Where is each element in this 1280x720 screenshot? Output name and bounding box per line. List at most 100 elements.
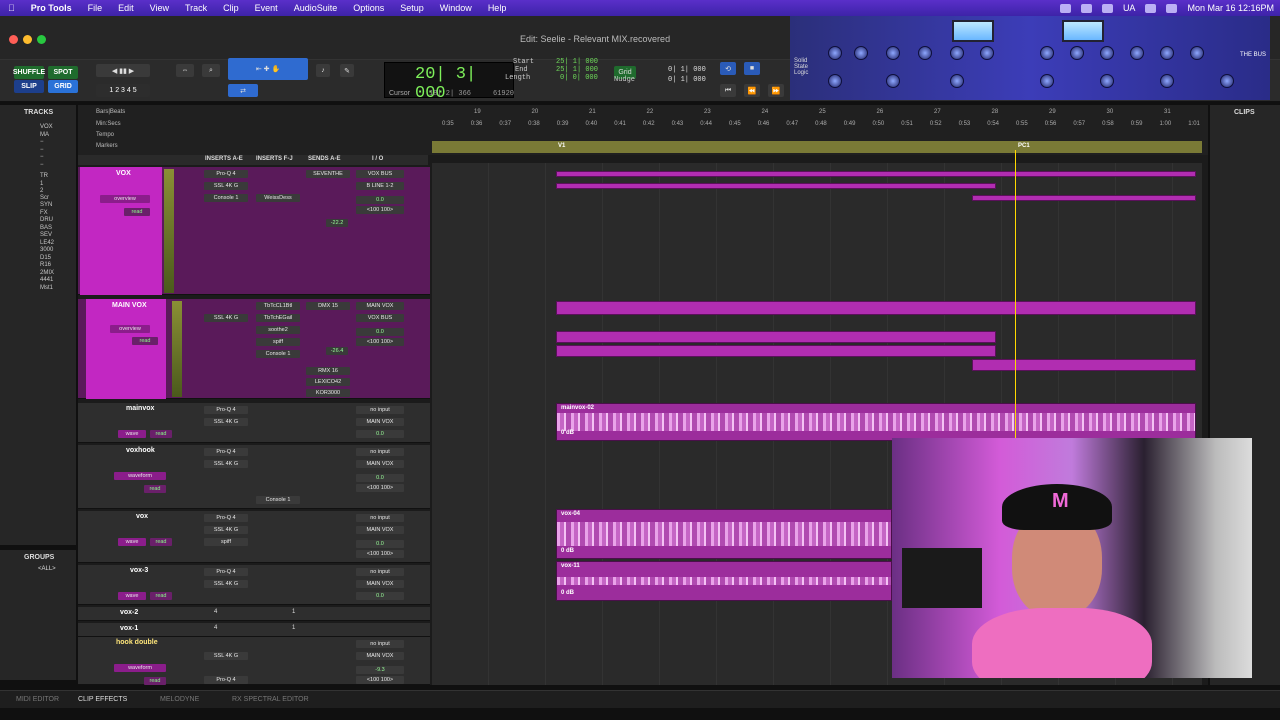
insert-slot[interactable]: Pro-Q 4 [204, 448, 248, 456]
menu-file[interactable]: File [80, 3, 111, 13]
knob[interactable] [1070, 46, 1084, 60]
menu-view[interactable]: View [142, 3, 177, 13]
output-selector[interactable]: B LINE 1-2 [356, 182, 404, 190]
insert-slot[interactable]: SSL 4K G [204, 652, 248, 660]
end-value[interactable]: 25| 1| 000 [556, 66, 598, 74]
menu-options[interactable]: Options [345, 3, 392, 13]
menu-window[interactable]: Window [432, 3, 480, 13]
loop-icon[interactable]: ⟲ [720, 62, 736, 75]
knob[interactable] [1040, 46, 1054, 60]
track-list-item[interactable]: BAS [40, 225, 76, 233]
clip[interactable] [556, 345, 996, 357]
insert-slot[interactable]: Pro-Q 4 [204, 170, 248, 178]
grid-mode-button[interactable]: GRID [48, 80, 78, 93]
input-selector[interactable]: no input [356, 406, 404, 414]
knob[interactable] [950, 74, 964, 88]
send-slot[interactable]: LEXICO42 [306, 378, 350, 386]
input-selector[interactable]: no input [356, 514, 404, 522]
send-slot[interactable]: RMX 16 [306, 367, 350, 375]
track-name[interactable]: vox [136, 513, 148, 520]
menu-edit[interactable]: Edit [110, 3, 142, 13]
track-list-item[interactable]: Scr [40, 195, 76, 203]
fader-value[interactable]: -26.4 [326, 347, 348, 355]
pan-value[interactable]: <100 100> [356, 338, 404, 346]
audio-clip[interactable]: vox-04 0 dB [556, 509, 892, 559]
shuffle-mode-button[interactable]: SHUFFLE [13, 66, 45, 79]
slip-mode-button[interactable]: SLIP [14, 80, 44, 93]
input-selector[interactable]: MAIN VOX [356, 302, 404, 310]
apple-icon[interactable]:  [0, 3, 23, 13]
track-header[interactable] [80, 167, 162, 295]
length-value[interactable]: 0| 0| 000 [560, 74, 598, 82]
insert-slot[interactable]: soothe2 [256, 326, 300, 334]
page-3[interactable]: 3 [121, 87, 125, 94]
status-icon[interactable] [1101, 3, 1113, 13]
volume-value[interactable]: 0.0 [356, 328, 404, 336]
nudge-value[interactable]: 0| 1| 000 [668, 76, 706, 84]
track-list-item[interactable]: Mst1 [40, 285, 76, 293]
audio-clip[interactable]: mainvox-02 0 dB [556, 403, 1196, 441]
input-selector[interactable]: VOX BUS [356, 170, 404, 178]
search-icon[interactable]: ⌕ [202, 64, 220, 77]
page-5[interactable]: 5 [133, 87, 137, 94]
view-selector[interactable]: waveform [114, 664, 166, 672]
insert-slot[interactable]: SSL 4K G [204, 526, 248, 534]
insert-slot[interactable]: TbTcCL1Btl [256, 302, 300, 310]
clip[interactable] [972, 359, 1196, 371]
volume-value[interactable]: -9.3 [356, 666, 404, 674]
menu-event[interactable]: Event [247, 3, 286, 13]
insert-slot[interactable]: Console 1 [256, 350, 300, 358]
view-selector[interactable]: wave [118, 430, 146, 438]
output-selector[interactable]: MAIN VOX [356, 460, 404, 468]
insert-slot[interactable]: SSL 4K G [204, 182, 248, 190]
volume-value[interactable]: 0.0 [356, 592, 404, 600]
clock[interactable]: Mon Mar 16 12:16PM [1187, 3, 1274, 13]
knob[interactable] [1100, 74, 1114, 88]
knob[interactable] [950, 46, 964, 60]
menu-help[interactable]: Help [480, 3, 515, 13]
ruler-bars-beats[interactable]: Bars|Beats [96, 109, 125, 115]
clip[interactable] [556, 183, 996, 189]
zoomer-tool-icon[interactable]: ⇔ [176, 64, 194, 77]
clip[interactable] [972, 195, 1196, 201]
insert-slot[interactable]: SSL 4K G [204, 418, 248, 426]
knob[interactable] [1160, 46, 1174, 60]
volume-value[interactable]: 0.0 [356, 196, 404, 204]
auto-mode[interactable]: read [124, 208, 150, 216]
output-selector[interactable]: VOX BUS [356, 314, 404, 322]
knob[interactable] [886, 74, 900, 88]
menu-track[interactable]: Track [177, 3, 215, 13]
main-counter[interactable]: 20| 3| 000 Cursor 18| 2| 366 61920 [384, 62, 514, 103]
insert-slot[interactable]: spiff [204, 538, 248, 546]
view-selector[interactable]: wave [118, 538, 146, 546]
insert-slot[interactable]: Console 1 [256, 496, 300, 504]
forward-icon[interactable]: ⏩ [768, 84, 784, 97]
menu-clip[interactable]: Clip [215, 3, 247, 13]
marker-v1[interactable]: V1 [558, 143, 565, 149]
spot-mode-button[interactable]: SPOT [48, 66, 78, 79]
tab-midi-editor[interactable]: MIDI EDITOR [16, 696, 59, 703]
track-list-item[interactable]: 2MIX [40, 270, 76, 278]
search-icon[interactable] [1166, 3, 1178, 13]
volume-value[interactable]: 0.0 [356, 474, 404, 482]
marker-pc1[interactable]: PC1 [1018, 143, 1030, 149]
track-list-item[interactable]: D15 [40, 255, 76, 263]
track-list-item[interactable]: 4441 [40, 277, 76, 285]
insert-slot[interactable]: TbTchEGail [256, 314, 300, 322]
track-name[interactable]: vox-2 [120, 609, 138, 616]
track-name[interactable]: hook double [116, 639, 158, 646]
knob[interactable] [1100, 46, 1114, 60]
group-all[interactable]: <ALL> [38, 566, 56, 572]
auto-mode[interactable]: read [150, 538, 172, 546]
knob[interactable] [980, 46, 994, 60]
knob[interactable] [1160, 74, 1174, 88]
stop-icon[interactable]: ■ [744, 62, 760, 75]
auto-mode[interactable]: read [132, 337, 158, 345]
page-1[interactable]: 1 [109, 87, 113, 94]
pan-value[interactable]: <100 100> [356, 206, 404, 214]
insert-slot[interactable]: Pro-Q 4 [204, 514, 248, 522]
ruler-tempo[interactable]: Tempo [96, 132, 114, 138]
input-selector[interactable]: no input [356, 448, 404, 456]
input-selector[interactable]: no input [356, 568, 404, 576]
view-selector[interactable]: wave [118, 592, 146, 600]
